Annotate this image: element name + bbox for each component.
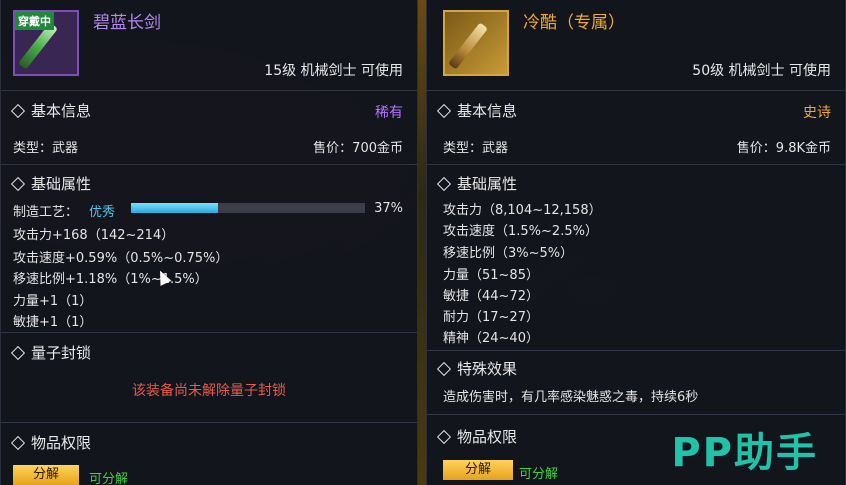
craft-percent: 37%	[374, 201, 403, 216]
diamond-icon	[10, 176, 26, 191]
attribute-line: 移速比例+1.18%（1%~1.5%）	[13, 272, 208, 287]
compare-item-tooltip: 冷酷（专属） 50级 机械剑士 可使用 基本信息 史诗 类型：武器 售价：9.8…	[426, 0, 846, 485]
section-special-effect: 特殊效果	[436, 358, 518, 379]
item-requirement: 50级 机械剑士 可使用	[692, 63, 831, 79]
section-title: 特殊效果	[457, 360, 518, 378]
divider	[1, 164, 417, 165]
attribute-line: 敏捷（44~72）	[443, 289, 539, 304]
section-title: 基础属性	[31, 175, 92, 193]
equipped-badge: 穿戴中	[15, 12, 54, 30]
divider	[427, 164, 845, 165]
diamond-icon	[10, 103, 26, 118]
divider	[1, 422, 417, 423]
item-type: 类型：武器	[443, 141, 509, 156]
attribute-line: 敏捷+1（1）	[13, 315, 93, 330]
item-type: 类型：武器	[13, 141, 79, 156]
attribute-line: 精神（24~40）	[443, 331, 539, 346]
section-attributes: 基础属性	[10, 173, 92, 194]
section-title: 物品权限	[457, 428, 518, 446]
attribute-line: 耐力（17~27）	[443, 310, 539, 325]
divider	[427, 90, 845, 91]
quantum-lock-warning: 该装备尚未解除量子封锁	[132, 383, 286, 399]
diamond-icon	[436, 103, 452, 118]
rarity-label: 史诗	[803, 105, 831, 121]
attribute-line: 攻击力（8,104~12,158）	[443, 203, 602, 218]
diamond-icon	[436, 361, 452, 376]
craft-progress-bar	[131, 203, 365, 213]
diamond-icon	[436, 429, 452, 444]
divider	[1, 332, 417, 333]
section-attributes: 基础属性	[436, 173, 518, 194]
divider	[427, 350, 845, 351]
decompose-button[interactable]: 分解	[443, 460, 513, 480]
attribute-line: 力量+1（1）	[13, 294, 93, 309]
divider	[427, 414, 845, 415]
rarity-label: 稀有	[375, 105, 403, 121]
item-price: 售价：700金币	[313, 141, 403, 156]
diamond-icon	[10, 345, 26, 360]
item-price: 售价：9.8K金币	[736, 141, 831, 156]
divider	[1, 90, 417, 91]
section-title: 基础属性	[457, 175, 518, 193]
attribute-line: 攻击速度（1.5%~2.5%）	[443, 224, 598, 239]
watermark-logo: PP助手	[671, 430, 818, 476]
section-permission: 物品权限	[436, 426, 518, 447]
item-name: 碧蓝长剑	[93, 13, 161, 33]
section-title: 基本信息	[457, 102, 518, 120]
equipped-item-tooltip: 穿戴中 碧蓝长剑 15级 机械剑士 可使用 基本信息 稀有 类型：武器 售价：7…	[0, 0, 418, 485]
decompose-button[interactable]: 分解	[13, 465, 79, 485]
item-icon[interactable]: 穿戴中	[13, 10, 79, 76]
decompose-status: 可分解	[89, 472, 129, 485]
attribute-line: 力量（51~85）	[443, 268, 539, 283]
attribute-line: 攻击力+168（142~214）	[13, 228, 175, 243]
diamond-icon	[436, 176, 452, 191]
item-icon[interactable]	[443, 10, 509, 76]
section-title: 基本信息	[31, 102, 92, 120]
diamond-icon	[10, 435, 26, 450]
section-basic-info: 基本信息	[436, 100, 518, 121]
panel-gap	[418, 0, 426, 485]
craft-label: 制造工艺：	[13, 205, 79, 220]
attribute-line: 移速比例（3%~5%）	[443, 246, 574, 261]
sword-icon	[448, 22, 488, 70]
decompose-status: 可分解	[519, 467, 559, 482]
special-effect-text: 造成伤害时，有几率感染魅惑之毒，持续6秒	[443, 390, 699, 405]
section-quantum-lock: 量子封锁	[10, 342, 92, 363]
attribute-line: 攻击速度+0.59%（0.5%~0.75%）	[13, 251, 229, 266]
section-permission: 物品权限	[10, 432, 92, 453]
section-title: 量子封锁	[31, 344, 92, 362]
item-name: 冷酷（专属）	[523, 13, 625, 33]
craft-quality: 优秀	[89, 205, 116, 220]
craft-progress-fill	[131, 203, 218, 213]
item-requirement: 15级 机械剑士 可使用	[264, 63, 403, 79]
section-basic-info: 基本信息	[10, 100, 92, 121]
section-title: 物品权限	[31, 434, 92, 452]
